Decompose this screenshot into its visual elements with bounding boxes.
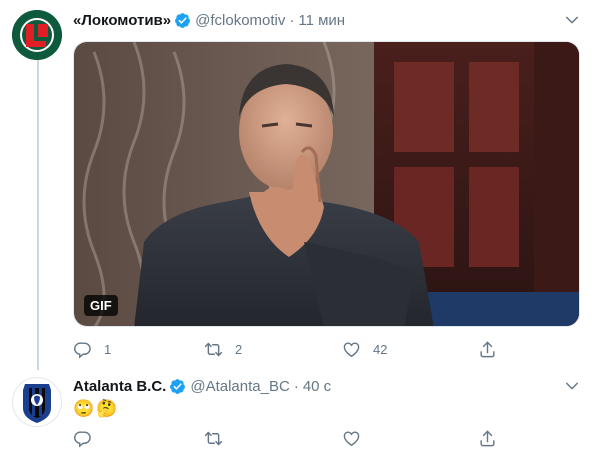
like-button[interactable] <box>342 427 373 449</box>
handle[interactable]: @fclokomotiv <box>195 12 285 29</box>
gif-preview-image <box>74 42 579 326</box>
verified-badge-icon <box>170 378 186 394</box>
retweet-icon <box>204 342 223 356</box>
retweet-count: 2 <box>235 341 243 357</box>
timestamp[interactable]: 40 с <box>303 378 331 395</box>
tweet-atalanta[interactable]: Atalanta B.C. @Atalanta_BC · 40 с 🙄🤔 <box>0 370 595 453</box>
reply-button[interactable] <box>73 427 104 449</box>
separator-dot: · <box>289 11 295 29</box>
display-name[interactable]: Atalanta B.C. <box>73 378 166 395</box>
tweet-actions: 1 2 42 <box>73 338 503 360</box>
tweet-text: 🙄🤔 <box>73 399 120 418</box>
lokomotiv-logo-icon <box>12 10 62 60</box>
retweet-icon <box>204 431 223 445</box>
tweet-lokomotiv[interactable]: «Локомотив» @fclokomotiv · 11 мин GIF 1 … <box>0 0 595 370</box>
reply-button[interactable]: 1 <box>73 338 111 360</box>
share-icon <box>480 341 495 357</box>
tweet-header: «Локомотив» @fclokomotiv · 11 мин <box>73 9 345 31</box>
like-button[interactable]: 42 <box>342 338 387 360</box>
display-name[interactable]: «Локомотив» <box>73 12 171 29</box>
tweet-actions <box>73 427 503 449</box>
heart-icon <box>343 430 360 446</box>
like-count: 42 <box>373 341 388 357</box>
reply-icon <box>74 430 91 447</box>
timestamp[interactable]: 11 мин <box>298 12 345 29</box>
reply-count: 1 <box>104 341 112 357</box>
separator-dot: · <box>293 377 299 395</box>
atalanta-logo-icon <box>23 384 51 423</box>
avatar[interactable] <box>12 377 62 427</box>
gif-media[interactable]: GIF <box>73 41 580 327</box>
gif-badge: GIF <box>84 295 118 316</box>
share-button[interactable] <box>478 427 497 449</box>
retweet-button[interactable]: 2 <box>204 338 242 360</box>
reply-icon <box>74 341 91 358</box>
handle[interactable]: @Atalanta_BC <box>190 378 289 395</box>
heart-icon <box>343 341 360 357</box>
retweet-button[interactable] <box>204 427 235 449</box>
share-icon <box>480 430 495 446</box>
chevron-down-icon[interactable] <box>563 11 581 29</box>
avatar[interactable] <box>12 10 62 60</box>
verified-badge-icon <box>175 12 191 28</box>
tweet-header: Atalanta B.C. @Atalanta_BC · 40 с <box>73 375 331 397</box>
chevron-down-icon[interactable] <box>563 377 581 395</box>
share-button[interactable] <box>478 338 497 360</box>
